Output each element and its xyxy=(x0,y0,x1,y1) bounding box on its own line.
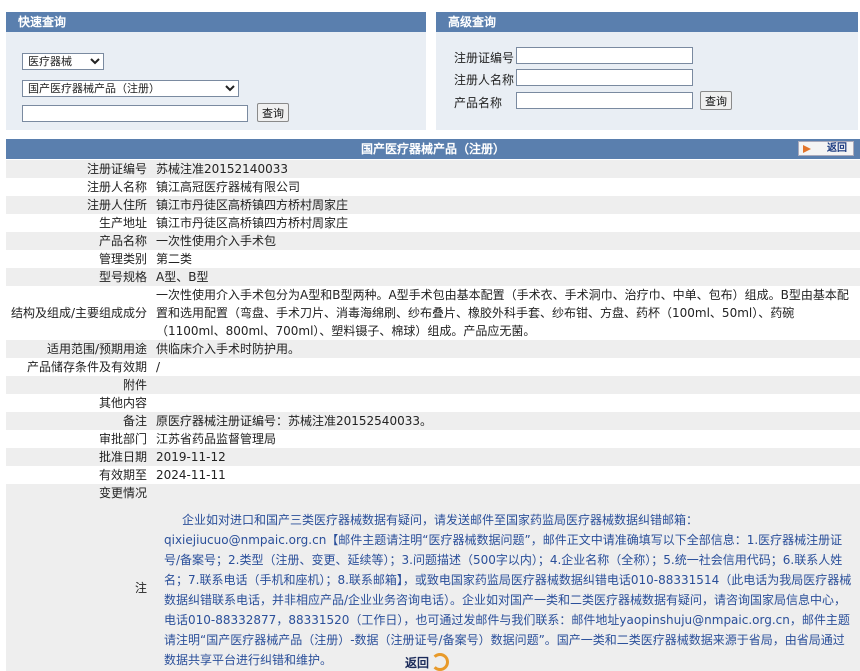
field-value: 2024-11-11 xyxy=(152,466,860,484)
field-key: 产品储存条件及有效期 xyxy=(6,358,152,376)
field-key: 附件 xyxy=(6,376,152,394)
table-row: 有效期至 2024-11-11 xyxy=(6,466,860,484)
table-row: 批准日期 2019-11-12 xyxy=(6,448,860,466)
field-value: 镇江高冠医疗器械有限公司 xyxy=(152,178,860,196)
field-value xyxy=(152,376,860,394)
advanced-search-button[interactable]: 查询 xyxy=(700,91,732,110)
table-row: 型号规格 A型、B型 xyxy=(6,268,860,286)
advanced-search-title: 高级查询 xyxy=(436,12,858,32)
top-back-label: 返回 xyxy=(827,143,847,154)
detail-title: 国产医疗器械产品（注册） xyxy=(360,142,505,156)
field-key: 产品名称 xyxy=(6,232,152,250)
top-back-button[interactable]: 返回 xyxy=(798,141,854,156)
field-key: 审批部门 xyxy=(6,430,152,448)
field-value: 一次性使用介入手术包分为A型和B型两种。A型手术包由基本配置（手术衣、手术洞巾、… xyxy=(152,286,860,340)
back-arrow-icon xyxy=(803,145,811,153)
quick-search-panel: 快速查询 医疗器械 国产医疗器械产品（注册） 查询 xyxy=(6,12,426,130)
keyword-input[interactable] xyxy=(22,105,248,122)
field-value: 江苏省药品监督管理局 xyxy=(152,430,860,448)
category-select[interactable]: 医疗器械 xyxy=(22,53,104,70)
detail-header: 国产医疗器械产品（注册） 返回 xyxy=(6,139,860,159)
note-cell: 企业如对进口和国产三类医疗器械数据有疑问，请发送邮件至国家药监局医疗器械数据纠错… xyxy=(152,502,860,671)
field-key: 备注 xyxy=(6,412,152,430)
field-key: 注册人住所 xyxy=(6,196,152,214)
field-key: 其他内容 xyxy=(6,394,152,412)
registrant-label: 注册人名称 xyxy=(454,73,515,87)
note-key: 注 xyxy=(6,502,152,671)
advanced-search-panel: 高级查询 注册证编号 注册人名称 产品名称 查询 xyxy=(436,12,858,130)
bottom-back-label: 返回 xyxy=(405,655,430,670)
table-row: 注册人住所 镇江市丹徒区高桥镇四方桥村周家庄 xyxy=(6,196,860,214)
field-key: 注册人名称 xyxy=(6,178,152,196)
note-text: 企业如对进口和国产三类医疗器械数据有疑问，请发送邮件至国家药监局医疗器械数据纠错… xyxy=(164,513,852,667)
table-row: 注册证编号 苏械注准20152140033 xyxy=(6,160,860,178)
table-row: 其他内容 xyxy=(6,394,860,412)
field-key: 有效期至 xyxy=(6,466,152,484)
reg-number-label: 注册证编号 xyxy=(454,51,515,65)
table-row: 附件 xyxy=(6,376,860,394)
product-name-label: 产品名称 xyxy=(454,96,503,110)
field-key: 型号规格 xyxy=(6,268,152,286)
field-value xyxy=(152,484,860,502)
bottom-back-button[interactable]: 返回 xyxy=(405,653,450,671)
field-value: 镇江市丹徒区高桥镇四方桥村周家庄 xyxy=(152,214,860,232)
reg-number-input[interactable] xyxy=(516,47,693,64)
table-row: 备注 原医疗器械注册证编号：苏械注准20152540033。 xyxy=(6,412,860,430)
table-row: 注册人名称 镇江高冠医疗器械有限公司 xyxy=(6,178,860,196)
table-row: 审批部门 江苏省药品监督管理局 xyxy=(6,430,860,448)
table-row: 适用范围/预期用途 供临床介入手术时防护用。 xyxy=(6,340,860,358)
product-type-select[interactable]: 国产医疗器械产品（注册） xyxy=(22,80,239,97)
field-value: 镇江市丹徒区高桥镇四方桥村周家庄 xyxy=(152,196,860,214)
detail-table: 注册证编号 苏械注准20152140033 注册人名称 镇江高冠医疗器械有限公司… xyxy=(6,160,860,671)
table-row: 产品储存条件及有效期 / xyxy=(6,358,860,376)
field-value xyxy=(152,394,860,412)
quick-search-title: 快速查询 xyxy=(6,12,426,32)
field-value: 一次性使用介入手术包 xyxy=(152,232,860,250)
table-row: 产品名称 一次性使用介入手术包 xyxy=(6,232,860,250)
product-name-input[interactable] xyxy=(516,92,693,109)
field-value: 原医疗器械注册证编号：苏械注准20152540033。 xyxy=(152,412,860,430)
table-row: 生产地址 镇江市丹徒区高桥镇四方桥村周家庄 xyxy=(6,214,860,232)
field-key: 生产地址 xyxy=(6,214,152,232)
field-value: 苏械注准20152140033 xyxy=(152,160,860,178)
table-row-note: 注 企业如对进口和国产三类医疗器械数据有疑问，请发送邮件至国家药监局医疗器械数据… xyxy=(6,502,860,671)
field-key: 变更情况 xyxy=(6,484,152,502)
quick-search-button[interactable]: 查询 xyxy=(257,103,289,122)
field-key: 结构及组成/主要组成成分 xyxy=(6,286,152,340)
field-key: 适用范围/预期用途 xyxy=(6,340,152,358)
field-value: A型、B型 xyxy=(152,268,860,286)
field-value: / xyxy=(152,358,860,376)
registrant-input[interactable] xyxy=(516,69,693,86)
field-key: 批准日期 xyxy=(6,448,152,466)
table-row: 变更情况 xyxy=(6,484,860,502)
field-value: 供临床介入手术时防护用。 xyxy=(152,340,860,358)
field-value: 第二类 xyxy=(152,250,860,268)
field-key: 注册证编号 xyxy=(6,160,152,178)
back-ring-icon xyxy=(431,653,450,671)
table-row: 结构及组成/主要组成成分 一次性使用介入手术包分为A型和B型两种。A型手术包由基… xyxy=(6,286,860,340)
table-row: 管理类别 第二类 xyxy=(6,250,860,268)
field-value: 2019-11-12 xyxy=(152,448,860,466)
field-key: 管理类别 xyxy=(6,250,152,268)
